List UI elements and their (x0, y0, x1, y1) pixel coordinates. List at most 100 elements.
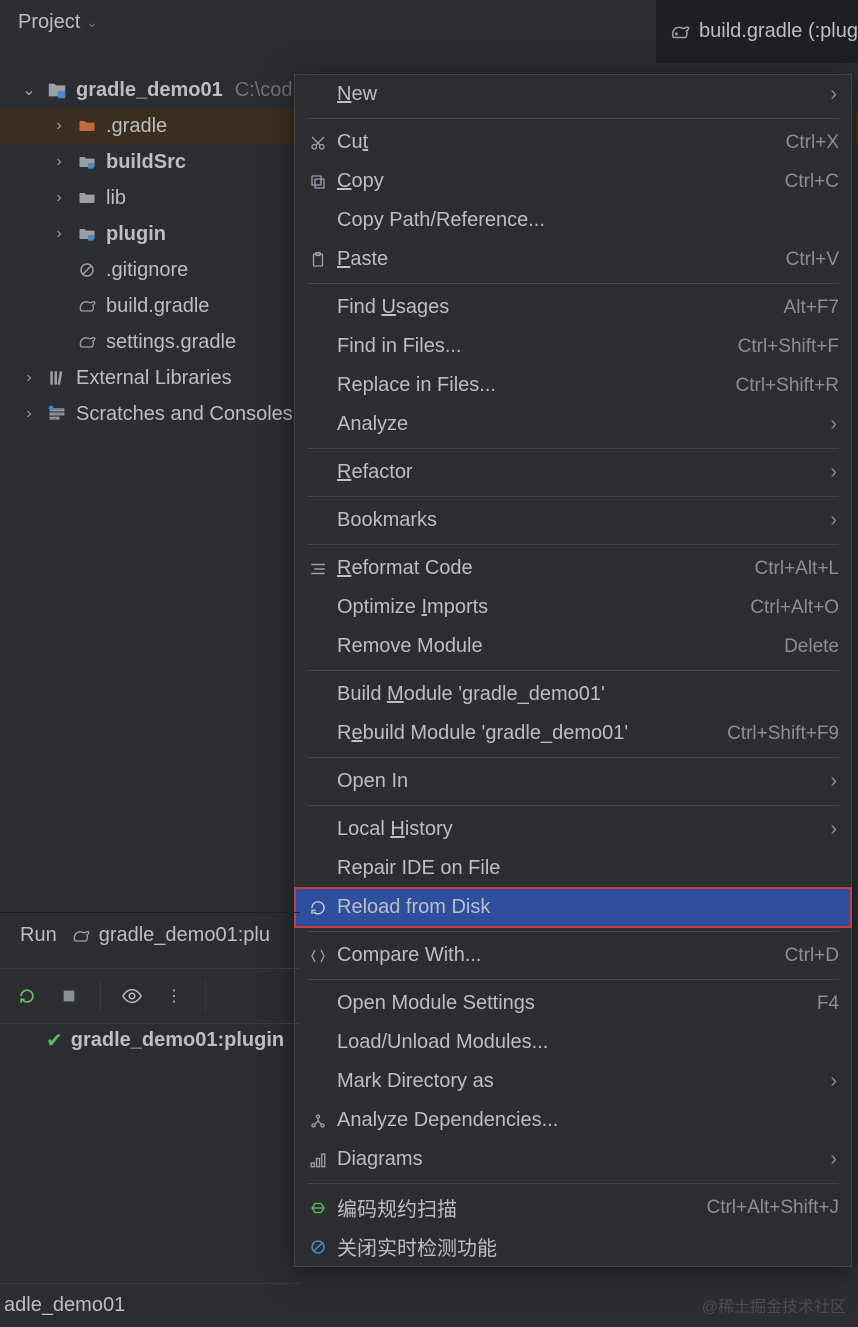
menu-item-label: 编码规约扫描 (337, 1193, 706, 1222)
chevron-right-icon: › (830, 509, 839, 532)
menu-item[interactable]: Repair IDE on File (295, 849, 851, 888)
menu-item[interactable]: CopyCtrl+C (295, 162, 851, 201)
menu-item-label: Open Module Settings (337, 992, 817, 1015)
menu-shortcut: Ctrl+Alt+L (755, 558, 839, 580)
menu-shortcut: Ctrl+Alt+Shift+J (706, 1197, 839, 1219)
view-button[interactable] (121, 985, 143, 1007)
menu-item[interactable]: Analyze Dependencies... (295, 1101, 851, 1140)
chevron-right-icon: › (830, 818, 839, 841)
menu-item[interactable]: Compare With...Ctrl+D (295, 936, 851, 975)
menu-item-label: Reformat Code (337, 557, 755, 580)
menu-item[interactable]: Optimize ImportsCtrl+Alt+O (295, 588, 851, 627)
gradle-icon (76, 295, 98, 317)
tree-root-name: gradle_demo01 (76, 79, 223, 102)
context-menu: New›CutCtrl+XCopyCtrl+CCopy Path/Referen… (294, 74, 852, 1267)
reload-icon (309, 899, 337, 917)
chevron-right-icon[interactable]: › (20, 369, 38, 387)
run-tab-label[interactable]: Run (20, 924, 57, 947)
menu-item-label: Find Usages (337, 296, 784, 319)
menu-shortcut: Ctrl+C (785, 171, 839, 193)
chevron-down-icon[interactable]: ⌄ (20, 80, 38, 100)
menu-shortcut: Ctrl+V (786, 249, 839, 271)
menu-item[interactable]: Find UsagesAlt+F7 (295, 288, 851, 327)
chevron-right-icon[interactable]: › (50, 225, 68, 243)
menu-shortcut: Alt+F7 (784, 297, 839, 319)
menu-shortcut: Ctrl+Shift+R (736, 375, 839, 397)
menu-item-label: Analyze (337, 413, 830, 436)
menu-item-label: Optimize Imports (337, 596, 750, 619)
menu-item-label: Bookmarks (337, 509, 830, 532)
menu-shortcut: Delete (784, 636, 839, 658)
stop-button[interactable] (58, 985, 80, 1007)
menu-item-label: Repair IDE on File (337, 857, 839, 880)
menu-shortcut: Ctrl+Shift+F (738, 336, 839, 358)
menu-item[interactable]: Local History› (295, 810, 851, 849)
menu-item[interactable]: Mark Directory as› (295, 1062, 851, 1101)
excluded-folder-icon (76, 115, 98, 137)
menu-item[interactable]: New› (295, 75, 851, 114)
menu-shortcut: Ctrl+X (786, 132, 839, 154)
menu-item-label: Copy Path/Reference... (337, 209, 839, 232)
menu-item[interactable]: Replace in Files...Ctrl+Shift+R (295, 366, 851, 405)
menu-item[interactable]: Open In› (295, 762, 851, 801)
chevron-right-icon: › (830, 83, 839, 106)
menu-item[interactable]: Reformat CodeCtrl+Alt+L (295, 549, 851, 588)
watermark: @稀土掘金技术社区 (702, 1293, 846, 1317)
project-panel-label[interactable]: Project ⌄ (18, 11, 98, 34)
reformat-icon (309, 560, 337, 578)
menu-shortcut: F4 (817, 993, 839, 1015)
compare-icon (309, 947, 337, 965)
menu-item-label: Build Module 'gradle_demo01' (337, 683, 839, 706)
menu-shortcut: Ctrl+D (785, 945, 839, 967)
chevron-right-icon: › (830, 461, 839, 484)
menu-item-label: Load/Unload Modules... (337, 1031, 839, 1054)
menu-shortcut: Ctrl+Shift+F9 (727, 723, 839, 745)
menu-item[interactable]: Reload from Disk (295, 888, 851, 927)
editor-tab[interactable]: build.gradle (:plug (656, 0, 858, 63)
module-folder-icon (76, 151, 98, 173)
menu-item[interactable]: Analyze› (295, 405, 851, 444)
copy-icon (309, 173, 337, 191)
menu-item-label: 关闭实时检测功能 (337, 1232, 839, 1261)
menu-item[interactable]: PasteCtrl+V (295, 240, 851, 279)
menu-item[interactable]: Remove ModuleDelete (295, 627, 851, 666)
chevron-right-icon[interactable]: › (20, 405, 38, 423)
menu-item[interactable]: Load/Unload Modules... (295, 1023, 851, 1062)
menu-item[interactable]: Copy Path/Reference... (295, 201, 851, 240)
paste-icon (309, 251, 337, 269)
menu-item-label: Mark Directory as (337, 1070, 830, 1093)
menu-item[interactable]: Bookmarks› (295, 501, 851, 540)
menu-item[interactable]: 编码规约扫描Ctrl+Alt+Shift+J (295, 1188, 851, 1227)
run-result-row[interactable]: ✔ gradle_demo01:plugin (0, 1028, 284, 1053)
rerun-button[interactable] (16, 985, 38, 1007)
menu-item[interactable]: Find in Files...Ctrl+Shift+F (295, 327, 851, 366)
menu-item-label: Rebuild Module 'gradle_demo01' (337, 722, 727, 745)
run-panel-header: Run gradle_demo01:plu (0, 912, 300, 958)
check-icon: ✔ (46, 1028, 63, 1053)
module-folder-icon (76, 223, 98, 245)
cut-icon (309, 134, 337, 152)
menu-item[interactable]: Build Module 'gradle_demo01' (295, 675, 851, 714)
menu-item[interactable]: Diagrams› (295, 1140, 851, 1179)
menu-item-label: Cut (337, 131, 786, 154)
run-task-tab[interactable]: gradle_demo01:plu (71, 924, 270, 947)
menu-item-label: Copy (337, 170, 785, 193)
menu-item[interactable]: CutCtrl+X (295, 123, 851, 162)
chevron-right-icon[interactable]: › (50, 117, 68, 135)
menu-item-label: Paste (337, 248, 786, 271)
chevron-right-icon: › (830, 413, 839, 436)
folder-icon (76, 187, 98, 209)
analyze-deps-icon (309, 1112, 337, 1130)
menu-item[interactable]: Refactor› (295, 453, 851, 492)
menu-item-label: Local History (337, 818, 830, 841)
more-button[interactable]: ⋮ (163, 985, 185, 1007)
menu-item[interactable]: Open Module SettingsF4 (295, 984, 851, 1023)
chevron-right-icon[interactable]: › (50, 189, 68, 207)
menu-item[interactable]: 关闭实时检测功能 (295, 1227, 851, 1266)
menu-item-label: Refactor (337, 461, 830, 484)
menu-item[interactable]: Rebuild Module 'gradle_demo01'Ctrl+Shift… (295, 714, 851, 753)
menu-item-label: Replace in Files... (337, 374, 736, 397)
status-bar: adle_demo01 (0, 1283, 300, 1327)
chevron-right-icon[interactable]: › (50, 153, 68, 171)
chevron-down-icon: ⌄ (86, 14, 98, 31)
